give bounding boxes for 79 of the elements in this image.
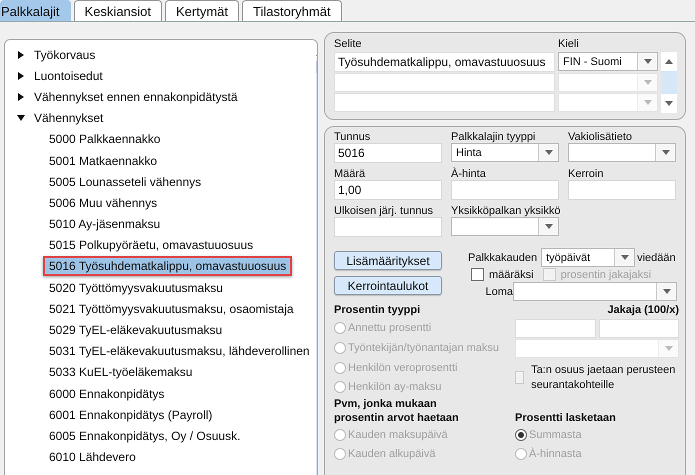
column-header: Selite — [334, 37, 363, 52]
checkbox[interactable]: määräksi — [471, 268, 534, 281]
field-label: Ulkoisen järj. tunnus — [334, 205, 434, 217]
text-field[interactable]: 5016 — [334, 143, 442, 163]
text-field[interactable] — [568, 180, 676, 200]
tree-item[interactable]: 6000 Ennakonpidätys — [43, 384, 170, 404]
tree-item[interactable]: Vähennykset ennen ennakonpidätystä — [5, 86, 316, 108]
field-label: Kerroin — [568, 168, 604, 180]
tab[interactable]: Keskiansiot — [74, 0, 162, 21]
action-button[interactable]: Kerrointaulukot — [334, 276, 442, 295]
tree-item-label: Vähennykset ennen ennakonpidätystä — [34, 90, 238, 104]
field-label: Määrä — [334, 168, 366, 180]
section-title: Prosentin tyyppi — [334, 303, 422, 318]
field-label: Jakaja (100/x) — [606, 303, 679, 318]
tree-item[interactable]: 6001 Ennakonpidätys (Payroll) — [43, 404, 218, 425]
triangle-icon[interactable] — [18, 72, 24, 80]
caret-icon — [544, 150, 552, 155]
tree-item[interactable]: Luontoisedut — [5, 65, 316, 86]
field-label: Vakiolisätieto — [568, 131, 633, 143]
caret-icon — [620, 255, 629, 260]
tree-item[interactable]: 5000 Palkkaennakko — [43, 129, 166, 150]
dropdown[interactable] — [513, 282, 677, 301]
caret-icon — [662, 289, 670, 294]
dropdown[interactable]: FIN - Suomi — [558, 52, 658, 71]
triangle-icon[interactable] — [17, 115, 25, 122]
section-title: Pvm, jonka mukaan prosentin arvot haetaan — [334, 397, 460, 425]
text-field[interactable]: Työsuhdematkalippu, omavastuuosuus — [334, 52, 555, 72]
period-label: Palkkakauden — [468, 252, 538, 264]
tree-item[interactable]: 5005 Lounasseteli vähennys — [43, 172, 208, 192]
tree-item[interactable]: 5021 Työttömyysvakuutusmaksu, osaomistaja — [43, 298, 300, 319]
tree-item[interactable]: 5029 TyEL-eläkevakuutusmaksu — [43, 320, 228, 340]
tab[interactable]: Tilastoryhmät — [242, 0, 342, 21]
text-field[interactable] — [334, 73, 555, 92]
field-label: Yksikköpalkan yksikkö — [451, 205, 559, 217]
caret-icon — [665, 59, 673, 64]
tree-item[interactable]: 5001 Matkaennakko — [43, 150, 164, 171]
text-field[interactable] — [515, 319, 596, 338]
column-header: Kieli — [558, 37, 580, 52]
tree-item[interactable]: 5016 Työsuhdematkalippu, omavastuuosuus — [43, 256, 292, 276]
tree-item-label: Vähennykset — [34, 111, 104, 126]
caret-icon — [662, 150, 670, 155]
tree-item-label: Luontoisedut — [34, 68, 103, 83]
caret-icon — [644, 80, 652, 85]
text-field[interactable] — [334, 217, 442, 237]
tree-item[interactable]: 5006 Muu vähennys — [43, 192, 164, 213]
section-title: Prosentti lasketaan — [515, 411, 617, 425]
dropdown[interactable]: Hinta — [451, 143, 559, 162]
caret-icon — [665, 101, 673, 106]
tree-item[interactable]: Vähennykset — [5, 108, 316, 129]
text-field[interactable] — [451, 180, 559, 200]
field-label: Tunnus — [334, 131, 372, 143]
dropdown[interactable]: työpäivät — [541, 248, 636, 267]
action-button[interactable]: Lisämääritykset — [334, 251, 442, 270]
tree-item[interactable]: 5010 Ay-jäsenmaksu — [43, 214, 166, 234]
number-field[interactable]: 1,00 — [334, 180, 442, 200]
tree-item[interactable]: 5031 TyEL-eläkevakuutusmaksu, lähdeverollinen — [43, 341, 316, 362]
tab[interactable]: Palkkalajit — [0, 0, 71, 21]
caret-icon — [544, 224, 552, 229]
dropdown[interactable] — [451, 217, 559, 236]
triangle-icon[interactable] — [18, 92, 24, 101]
triangle-icon[interactable] — [18, 50, 24, 59]
tab[interactable]: Kertymät — [165, 0, 240, 21]
caret-icon — [644, 59, 652, 64]
caret-icon — [664, 346, 672, 351]
period-suffix: viedään — [637, 252, 676, 264]
field-label: À-hinta — [451, 168, 487, 180]
tree-item[interactable]: 5033 KuEL-työeläkemaksu — [43, 362, 198, 382]
tree-item[interactable]: 5015 Polkupyöräetu, omavastuuosuus — [43, 235, 260, 256]
tree-item[interactable]: Työkorvaus — [5, 44, 316, 66]
field-label: Loma — [485, 286, 513, 298]
tree-item[interactable]: 5020 Työttömyysvakuutusmaksu — [43, 278, 229, 298]
tree-item[interactable]: 6005 Ennakonpidätys, Oy / Osuusk. — [43, 426, 246, 446]
text-field[interactable] — [598, 319, 679, 338]
tree-item-label: Työkorvaus — [34, 48, 96, 62]
caret-icon — [644, 100, 652, 105]
tree-item[interactable]: 6010 Lähdevero — [43, 447, 142, 468]
field-label: Palkkalajin tyyppi — [451, 131, 536, 143]
text-field[interactable] — [334, 93, 555, 112]
dropdown[interactable] — [568, 143, 676, 162]
